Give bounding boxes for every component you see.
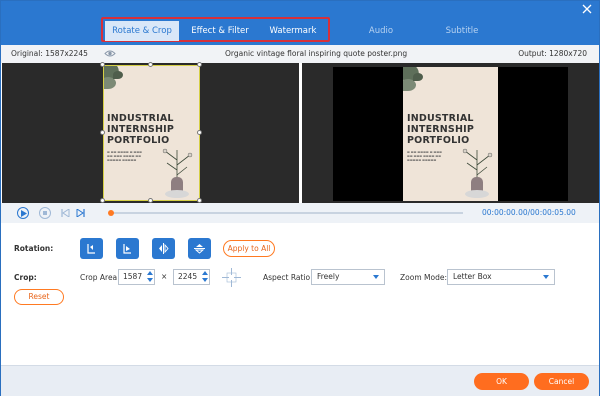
tab-audio[interactable]: Audio: [363, 21, 399, 41]
stop-button[interactable]: [39, 207, 51, 219]
progress-handle[interactable]: [108, 210, 114, 216]
time-display: 00:00:00.00/00:00:05.00: [482, 208, 576, 217]
crop-handle[interactable]: [100, 130, 105, 135]
ok-button[interactable]: OK: [474, 373, 529, 390]
tab-rotate-crop[interactable]: Rotate & Crop: [105, 21, 179, 41]
reset-button[interactable]: Reset: [14, 289, 64, 305]
file-name: Organic vintage floral inspiring quote p…: [225, 49, 408, 58]
aspect-ratio-label: Aspect Ratio:: [263, 273, 313, 282]
output-size: Output: 1280x720: [518, 49, 587, 58]
progress-track[interactable]: [110, 212, 463, 214]
tab-effect-filter[interactable]: Effect & Filter: [186, 21, 254, 41]
crop-width-stepper[interactable]: [146, 269, 154, 285]
aspect-ratio-select[interactable]: Freely: [311, 269, 385, 285]
crop-handle[interactable]: [197, 62, 202, 67]
tab-subtitle[interactable]: Subtitle: [442, 21, 482, 41]
crop-handle[interactable]: [100, 62, 105, 67]
chevron-down-icon: [373, 275, 379, 279]
flip-horizontal-button[interactable]: [152, 238, 175, 259]
center-crop-icon[interactable]: [222, 268, 241, 287]
original-preview: INDUSTRIAL INTERNSHIP PORTFOLIO ▬ ▬▬ ▬▬▬…: [2, 62, 299, 203]
rotation-label: Rotation:: [14, 244, 54, 253]
apply-to-all-button[interactable]: Apply to All: [223, 240, 275, 257]
original-size: Original: 1587x2245: [11, 49, 88, 58]
crop-handle[interactable]: [197, 130, 202, 135]
title-bar: Rotate & Crop Effect & Filter Watermark …: [1, 1, 599, 45]
close-icon[interactable]: [581, 4, 593, 16]
tab-watermark[interactable]: Watermark: [263, 21, 323, 41]
rotate-crop-window: Rotate & Crop Effect & Filter Watermark …: [0, 0, 600, 396]
rotate-left-button[interactable]: [80, 238, 103, 259]
poster-image-output: INDUSTRIAL INTERNSHIP PORTFOLIO ▬ ▬▬ ▬▬▬…: [403, 67, 498, 201]
next-frame-icon[interactable]: [76, 209, 85, 217]
chevron-down-icon: [543, 275, 549, 279]
play-button[interactable]: [17, 207, 29, 219]
zoom-mode-value: Letter Box: [453, 272, 492, 281]
current-time: 00:00:00.00: [482, 208, 528, 217]
crop-area-label: Crop Area:: [80, 273, 120, 282]
rotate-right-button[interactable]: [116, 238, 139, 259]
previous-frame-icon[interactable]: [61, 209, 70, 217]
times-sign: ×: [161, 272, 168, 281]
output-preview: INDUSTRIAL INTERNSHIP PORTFOLIO ▬ ▬▬ ▬▬▬…: [302, 63, 599, 203]
zoom-mode-select[interactable]: Letter Box: [447, 269, 555, 285]
zoom-mode-label: Zoom Mode:: [400, 273, 447, 282]
aspect-ratio-value: Freely: [317, 272, 340, 281]
dialog-footer: OK Cancel: [1, 365, 599, 396]
crop-handle[interactable]: [148, 62, 153, 67]
eye-icon[interactable]: [104, 48, 116, 59]
crop-frame[interactable]: [103, 65, 200, 201]
crop-label: Crop:: [14, 273, 37, 282]
total-time: /00:00:05.00: [527, 208, 576, 217]
poster-title-line2: INTERNSHIP: [407, 124, 475, 135]
flip-vertical-button[interactable]: [188, 238, 211, 259]
playback-bar: 00:00:00.00/00:00:05.00: [1, 203, 599, 223]
info-bar: Original: 1587x2245 Organic vintage flor…: [1, 45, 599, 63]
poster-title-line1: INDUSTRIAL: [407, 113, 474, 124]
crop-height-stepper[interactable]: [201, 269, 209, 285]
cancel-button[interactable]: Cancel: [534, 373, 589, 390]
